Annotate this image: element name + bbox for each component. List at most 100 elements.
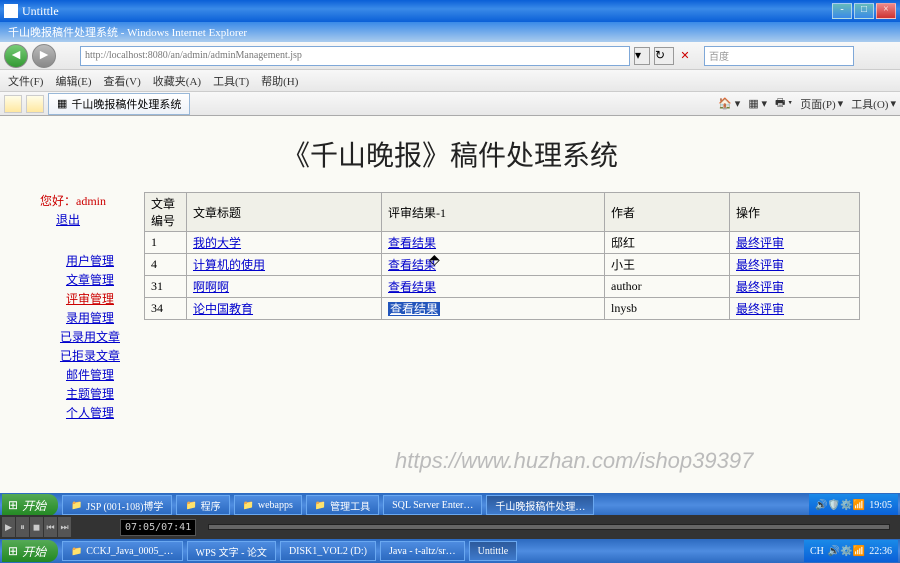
th-id: 文章编号: [145, 193, 187, 232]
menu-tools[interactable]: 工具(T): [213, 73, 249, 89]
menu-help[interactable]: 帮助(H): [261, 73, 298, 89]
search-input[interactable]: 百度: [704, 46, 854, 66]
cell-op: 最终评审: [730, 232, 860, 254]
print-tool[interactable]: 🖶 ▾: [775, 94, 792, 113]
logout-link[interactable]: 退出: [56, 211, 140, 228]
taskbar-inner: 开始 JSP (001-108)博学 程序 webapps 管理工具 SQL S…: [0, 493, 900, 517]
task-disk[interactable]: DISK1_VOL2 (D:): [280, 541, 376, 561]
back-button[interactable]: ◄: [4, 44, 28, 68]
minimize-button[interactable]: -: [832, 3, 852, 19]
page-tool[interactable]: 页面(P) ▾: [800, 96, 843, 112]
cell-op: 最终评审: [730, 276, 860, 298]
cell-title: 我的大学: [187, 232, 382, 254]
media-bar: ▶⏸◼⏮⏭ 07:05/07:41: [0, 515, 900, 539]
task-jsp[interactable]: JSP (001-108)博学: [62, 495, 172, 515]
menu-favorites[interactable]: 收藏夹(A): [153, 73, 201, 89]
cell-id: 1: [145, 232, 187, 254]
ie-window-title: 千山晚报稿件处理系统 - Windows Internet Explorer: [8, 24, 247, 40]
tray-1[interactable]: 🔊🛡️⚙️📶 19:05: [809, 494, 898, 516]
greeting: 您好：admin: [40, 192, 140, 209]
start-button-2[interactable]: 开始: [2, 540, 58, 562]
table-row: 1 我的大学 查看结果 邸红 最终评审: [145, 232, 860, 254]
feed-tool[interactable]: ▦ ▾: [748, 97, 767, 110]
nav-review[interactable]: 评审管理: [40, 290, 140, 307]
th-title: 文章标题: [187, 193, 382, 232]
task-sql[interactable]: SQL Server Enter…: [383, 495, 482, 515]
cell-review: 查看结果: [382, 298, 605, 320]
cell-op: 最终评审: [730, 298, 860, 320]
start-button-1[interactable]: 开始: [2, 494, 58, 516]
content-area: 《千山晚报》稿件处理系统 您好：admin 退出 用户管理 文章管理 评审管理 …: [0, 116, 900, 526]
cell-title: 啊啊啊: [187, 276, 382, 298]
sidebar: 您好：admin 退出 用户管理 文章管理 评审管理 录用管理 已录用文章 已拒…: [40, 192, 140, 423]
article-link[interactable]: 我的大学: [193, 236, 241, 250]
nav-personal[interactable]: 个人管理: [40, 404, 140, 421]
review-link[interactable]: 查看结果: [388, 236, 436, 250]
cell-id: 34: [145, 298, 187, 320]
cell-id: 4: [145, 254, 187, 276]
final-review-link[interactable]: 最终评审: [736, 302, 784, 316]
home-tool[interactable]: 🏠 ▾: [718, 97, 740, 110]
article-link[interactable]: 计算机的使用: [193, 258, 265, 272]
cell-author: author: [605, 276, 730, 298]
media-controls[interactable]: ▶⏸◼⏮⏭: [2, 517, 72, 537]
maximize-button[interactable]: □: [854, 3, 874, 19]
menu-bar: 文件(F) 编辑(E) 查看(V) 收藏夹(A) 工具(T) 帮助(H): [0, 70, 900, 92]
page-title: 《千山晚报》稿件处理系统: [0, 116, 900, 192]
table-row: 4 计算机的使用 查看结果 小王 最终评审: [145, 254, 860, 276]
nav-rejected[interactable]: 已拒录文章: [40, 347, 140, 364]
media-seek[interactable]: [208, 524, 890, 530]
browser-tab[interactable]: ▦ 千山晚报稿件处理系统: [48, 93, 190, 115]
final-review-link[interactable]: 最终评审: [736, 280, 784, 294]
task-cckj[interactable]: CCKJ_Java_0005_…: [62, 541, 182, 561]
task-mgmt[interactable]: 管理工具: [306, 495, 379, 515]
outer-window-titlebar: Untittle - □ ×: [0, 0, 900, 22]
add-favorite-icon[interactable]: [26, 95, 44, 113]
tab-title: 千山晚报稿件处理系统: [71, 96, 181, 112]
cell-title: 计算机的使用: [187, 254, 382, 276]
url-dropdown[interactable]: ▾: [634, 47, 650, 65]
nav-accept[interactable]: 录用管理: [40, 309, 140, 326]
table-row: 31 啊啊啊 查看结果 author 最终评审: [145, 276, 860, 298]
tools-tool[interactable]: 工具(O) ▾: [851, 96, 896, 112]
nav-articles[interactable]: 文章管理: [40, 271, 140, 288]
cell-op: 最终评审: [730, 254, 860, 276]
app-icon: [4, 4, 18, 18]
nav-accepted[interactable]: 已录用文章: [40, 328, 140, 345]
nav-mail[interactable]: 邮件管理: [40, 366, 140, 383]
task-webapps[interactable]: webapps: [234, 495, 302, 515]
cell-author: lnysb: [605, 298, 730, 320]
article-link[interactable]: 论中国教育: [193, 302, 253, 316]
table-row: 34 论中国教育 查看结果 lnysb 最终评审: [145, 298, 860, 320]
review-link[interactable]: 查看结果: [388, 302, 440, 316]
cell-author: 邸红: [605, 232, 730, 254]
menu-file[interactable]: 文件(F): [8, 73, 43, 89]
cell-title: 论中国教育: [187, 298, 382, 320]
url-input[interactable]: http://localhost:8080/an/admin/adminMana…: [80, 46, 630, 66]
refresh-button[interactable]: ↻: [654, 47, 674, 65]
nav-subject[interactable]: 主题管理: [40, 385, 140, 402]
task-program[interactable]: 程序: [176, 495, 229, 515]
review-link[interactable]: 查看结果: [388, 280, 436, 294]
review-link[interactable]: 查看结果: [388, 258, 436, 272]
tray-2[interactable]: CH 🔊⚙️📶 22:36: [804, 540, 898, 562]
final-review-link[interactable]: 最终评审: [736, 258, 784, 272]
task-wps[interactable]: WPS 文字 - 论文: [187, 541, 276, 561]
favorites-icon[interactable]: [4, 95, 22, 113]
task-untitle[interactable]: Untittle: [469, 541, 518, 561]
menu-view[interactable]: 查看(V): [104, 73, 141, 89]
taskbar-outer: 开始 CCKJ_Java_0005_… WPS 文字 - 论文 DISK1_VO…: [0, 539, 900, 563]
final-review-link[interactable]: 最终评审: [736, 236, 784, 250]
close-button[interactable]: ×: [876, 3, 896, 19]
menu-edit[interactable]: 编辑(E): [55, 73, 91, 89]
page-icon: ▦: [57, 97, 67, 110]
cell-review: 查看结果: [382, 232, 605, 254]
article-link[interactable]: 啊啊啊: [193, 280, 229, 294]
th-op: 操作: [730, 193, 860, 232]
ie-window-titlebar: 千山晚报稿件处理系统 - Windows Internet Explorer: [0, 22, 900, 42]
nav-users[interactable]: 用户管理: [40, 252, 140, 269]
task-java[interactable]: Java - t-altz/sr…: [380, 541, 465, 561]
forward-button[interactable]: ►: [32, 44, 56, 68]
stop-button[interactable]: ✕: [678, 49, 692, 63]
task-ie[interactable]: 千山晚报稿件处理…: [486, 495, 594, 515]
